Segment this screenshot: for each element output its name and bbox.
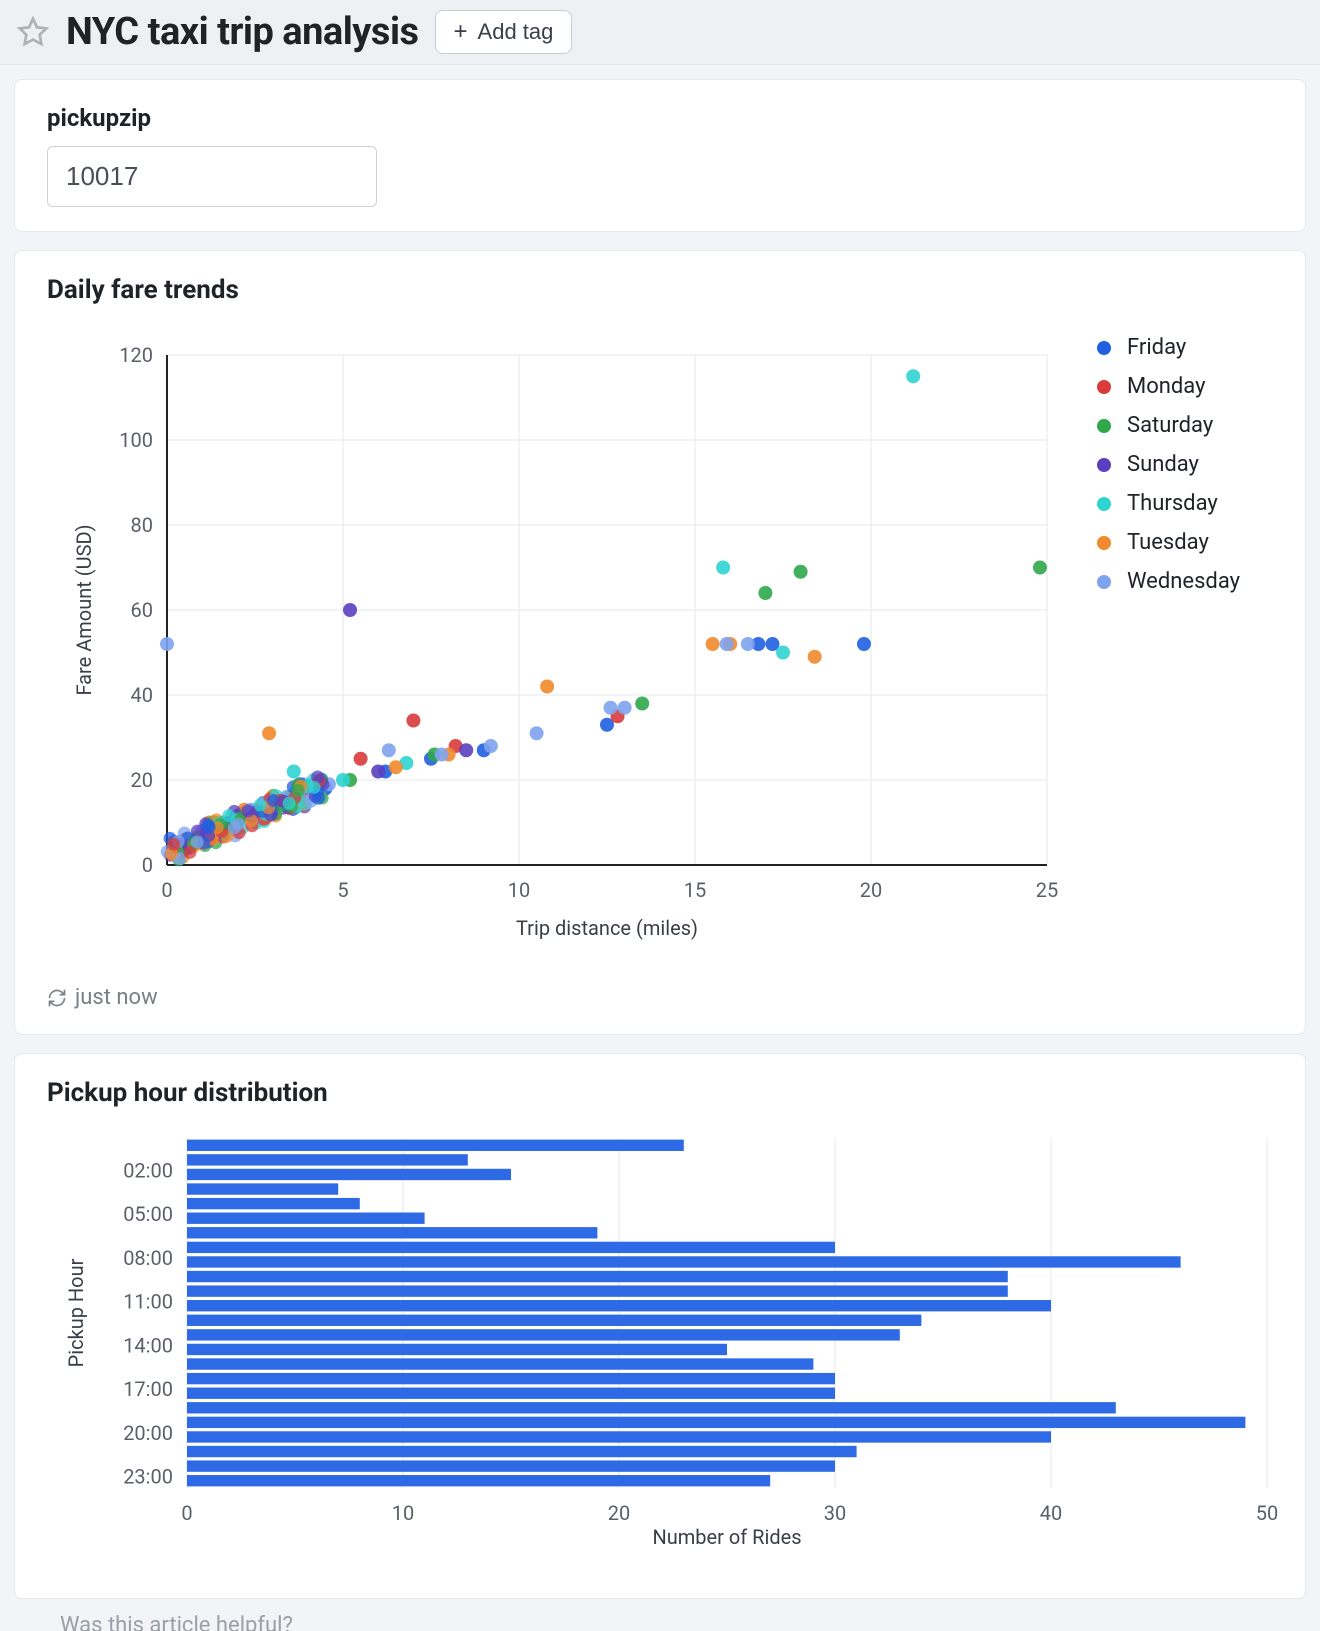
- scatter-legend: Friday Monday Saturday Sunday Thursday Tuesda…: [1067, 325, 1240, 608]
- page-title: NYC taxi trip analysis: [66, 10, 419, 54]
- legend-item[interactable]: Thursday: [1097, 491, 1240, 516]
- svg-text:17:00: 17:00: [123, 1377, 173, 1401]
- legend-label: Saturday: [1127, 413, 1213, 438]
- legend-label: Thursday: [1127, 491, 1218, 516]
- svg-text:25: 25: [1036, 878, 1058, 902]
- legend-dot-icon: [1097, 419, 1111, 433]
- scatter-chart: 0 5 10 15 20 25 0 20 40 60 80 100 120 Trip distance (…: [47, 325, 1067, 965]
- legend-dot-icon: [1097, 497, 1111, 511]
- svg-text:11:00: 11:00: [123, 1290, 173, 1314]
- svg-text:Number of Rides: Number of Rides: [652, 1525, 801, 1549]
- svg-text:40: 40: [131, 683, 153, 707]
- add-tag-button[interactable]: + Add tag: [435, 10, 573, 54]
- legend-item[interactable]: Sunday: [1097, 452, 1240, 477]
- svg-text:0: 0: [142, 853, 153, 877]
- svg-text:10: 10: [392, 1501, 414, 1525]
- svg-text:100: 100: [119, 428, 153, 452]
- refresh-label: just now: [75, 985, 158, 1010]
- legend-label: Friday: [1127, 335, 1186, 360]
- pickupzip-input[interactable]: [47, 146, 377, 207]
- svg-text:5: 5: [337, 878, 348, 902]
- svg-text:40: 40: [1040, 1501, 1062, 1525]
- svg-text:14:00: 14:00: [123, 1333, 173, 1357]
- star-icon[interactable]: [16, 15, 50, 49]
- svg-text:05:00: 05:00: [123, 1202, 173, 1226]
- scatter-title: Daily fare trends: [47, 275, 1273, 305]
- legend-item[interactable]: Tuesday: [1097, 530, 1240, 555]
- footer-partial-text: Was this article helpful?: [0, 1613, 1320, 1631]
- svg-text:10: 10: [508, 878, 530, 902]
- bar-card: Pickup hour distribution 0 10 20 30 40 50 02:0…: [14, 1053, 1306, 1599]
- field-label-pickupzip: pickupzip: [47, 104, 1273, 132]
- svg-text:80: 80: [131, 513, 153, 537]
- refresh-status[interactable]: just now: [47, 985, 1273, 1010]
- svg-text:08:00: 08:00: [123, 1246, 173, 1270]
- filter-card: pickupzip: [14, 79, 1306, 232]
- svg-text:50: 50: [1256, 1501, 1278, 1525]
- scatter-card: Daily fare trends 0 5 10 15 20 25 0 20 40 60 80 100…: [14, 250, 1306, 1035]
- svg-text:Fare Amount (USD): Fare Amount (USD): [72, 524, 96, 695]
- legend-label: Sunday: [1127, 452, 1199, 477]
- plus-icon: +: [454, 20, 468, 44]
- bar-chart: 0 10 20 30 40 50 02:00 05:00 08:00 11:00 14:00 17:0…: [47, 1128, 1287, 1568]
- legend-item[interactable]: Saturday: [1097, 413, 1240, 438]
- svg-text:120: 120: [119, 343, 153, 367]
- svg-text:Trip distance (miles): Trip distance (miles): [516, 916, 698, 940]
- legend-dot-icon: [1097, 536, 1111, 550]
- legend-item[interactable]: Wednesday: [1097, 569, 1240, 594]
- legend-dot-icon: [1097, 341, 1111, 355]
- svg-text:20: 20: [608, 1501, 630, 1525]
- svg-text:0: 0: [181, 1501, 192, 1525]
- svg-text:60: 60: [131, 598, 153, 622]
- legend-label: Wednesday: [1127, 569, 1240, 594]
- svg-text:02:00: 02:00: [123, 1158, 173, 1182]
- svg-text:20:00: 20:00: [123, 1421, 173, 1445]
- legend-label: Monday: [1127, 374, 1206, 399]
- svg-text:20: 20: [860, 878, 882, 902]
- svg-text:20: 20: [131, 768, 153, 792]
- bar-title: Pickup hour distribution: [47, 1078, 1273, 1108]
- legend-dot-icon: [1097, 575, 1111, 589]
- legend-item[interactable]: Monday: [1097, 374, 1240, 399]
- svg-text:30: 30: [824, 1501, 846, 1525]
- refresh-icon: [47, 988, 67, 1008]
- legend-dot-icon: [1097, 458, 1111, 472]
- svg-text:23:00: 23:00: [123, 1465, 173, 1489]
- legend-dot-icon: [1097, 380, 1111, 394]
- svg-text:15: 15: [684, 878, 706, 902]
- svg-text:Pickup Hour: Pickup Hour: [64, 1258, 88, 1367]
- add-tag-label: Add tag: [478, 19, 554, 45]
- svg-text:0: 0: [161, 878, 172, 902]
- legend-item[interactable]: Friday: [1097, 335, 1240, 360]
- legend-label: Tuesday: [1127, 530, 1209, 555]
